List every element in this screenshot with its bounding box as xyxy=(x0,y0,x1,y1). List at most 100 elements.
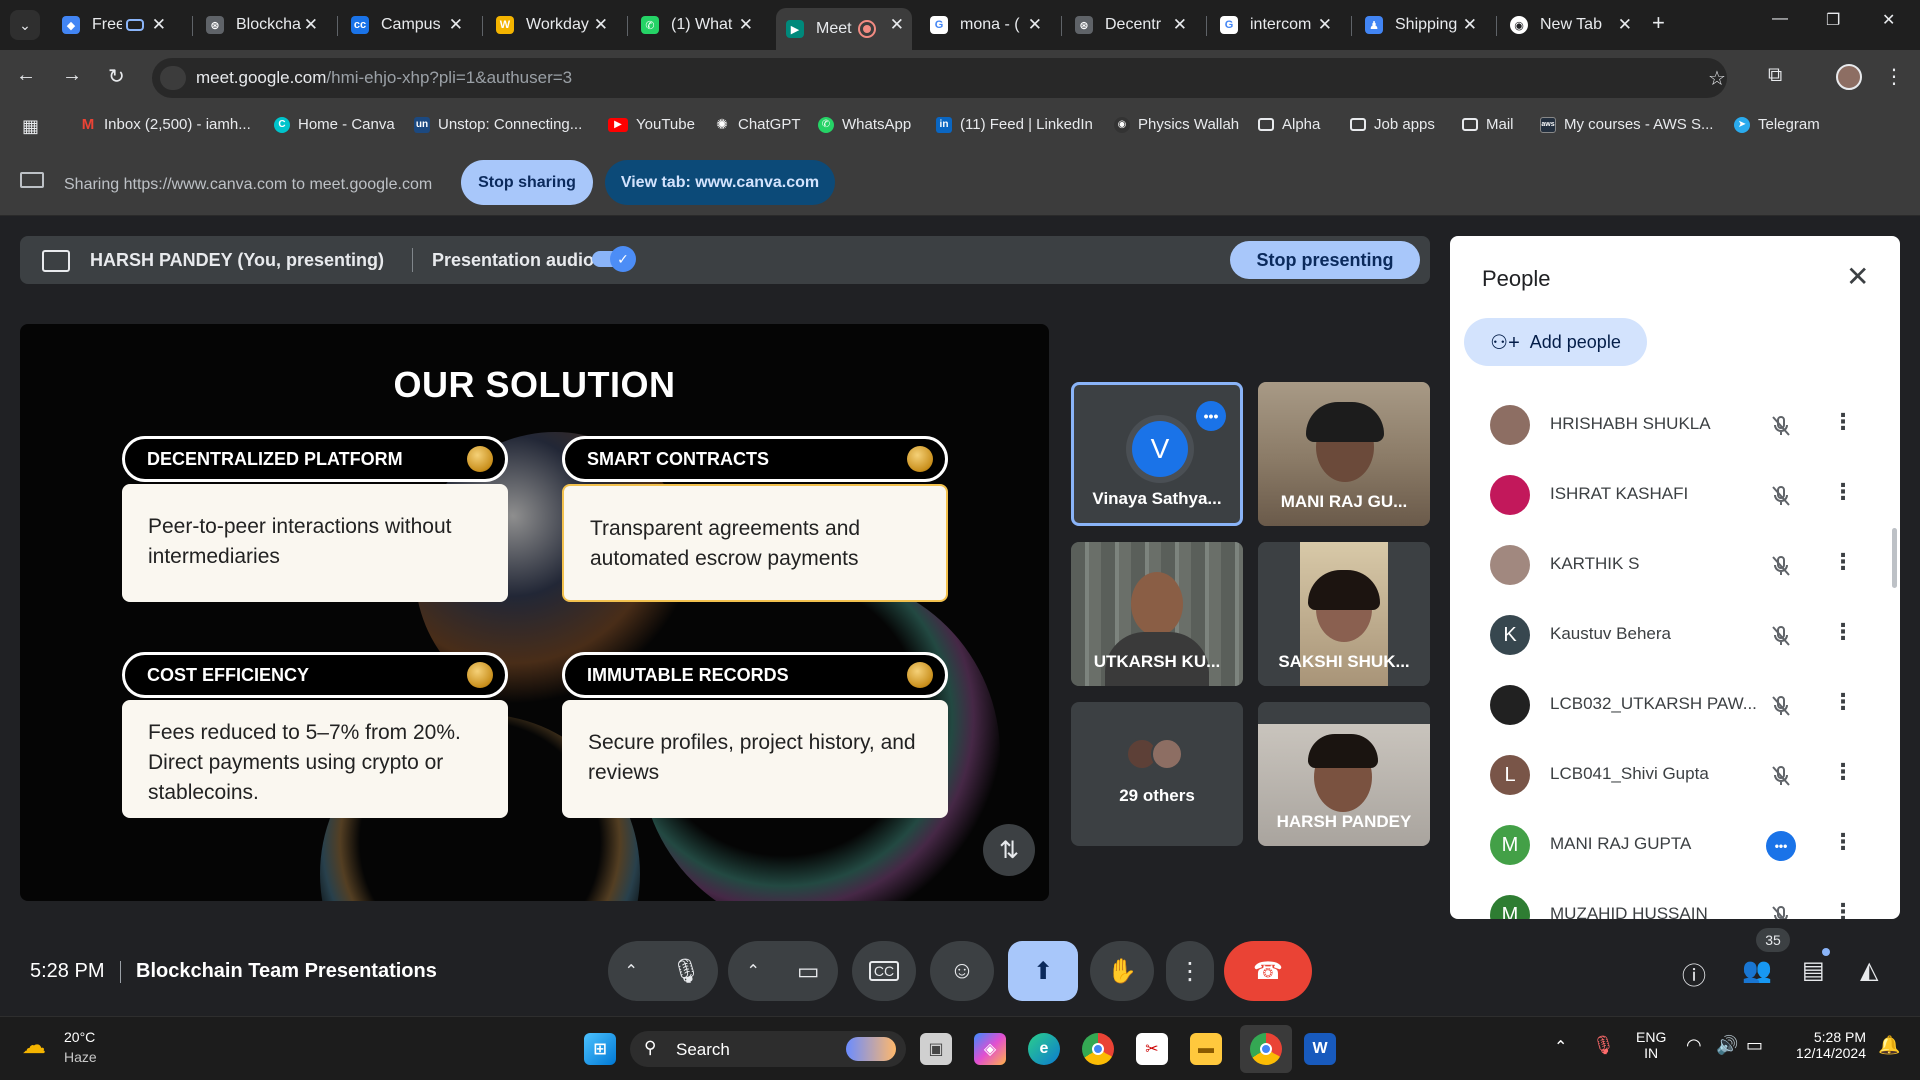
close-tab-icon[interactable]: ✕ xyxy=(1318,15,1332,35)
more-vertical-icon[interactable]: ⋮ xyxy=(1832,759,1854,785)
mic-muted-icon[interactable] xyxy=(1764,479,1798,513)
close-tab-icon[interactable]: ✕ xyxy=(152,15,166,35)
browser-tab[interactable]: ◉ New Tab ✕ xyxy=(1500,8,1640,42)
task-view-icon[interactable]: ▣ xyxy=(920,1033,952,1065)
close-tab-icon[interactable]: ✕ xyxy=(304,15,318,35)
stop-sharing-button[interactable]: Stop sharing xyxy=(461,160,593,205)
camera-icon[interactable]: ▭ xyxy=(797,957,820,986)
bookmark-chatgpt[interactable]: ✺ ChatGPT xyxy=(714,116,800,133)
bookmark-whatsapp[interactable]: ✆ WhatsApp xyxy=(818,116,911,133)
wifi-icon[interactable]: ◠ xyxy=(1686,1035,1702,1056)
browser-tab[interactable]: Gintercom ✕ xyxy=(1210,8,1340,42)
participant-tile[interactable]: SAKSHI SHUK... xyxy=(1258,542,1430,686)
swap-layout-icon[interactable]: ⇅ xyxy=(983,824,1035,876)
others-tile[interactable]: 29 others xyxy=(1071,702,1243,846)
mic-control[interactable]: ⌃ 🎙 xyxy=(608,941,718,1001)
bookmark-folder-mail[interactable]: Mail xyxy=(1462,116,1514,133)
close-tab-icon[interactable]: ✕ xyxy=(890,15,904,35)
people-icon[interactable]: 👥 xyxy=(1742,956,1772,985)
stop-presenting-button[interactable]: Stop presenting xyxy=(1230,241,1420,279)
close-tab-icon[interactable]: ✕ xyxy=(1463,15,1477,35)
chat-icon[interactable]: ▤ xyxy=(1802,956,1825,985)
snipping-tool-icon[interactable]: ✂ xyxy=(1136,1033,1168,1065)
system-clock[interactable]: 5:28 PM 12/14/2024 xyxy=(1782,1029,1866,1061)
new-tab-icon[interactable]: + xyxy=(1652,10,1665,36)
activities-icon[interactable]: ◭ xyxy=(1860,956,1878,985)
participant-tile[interactable]: UTKARSH KU... xyxy=(1071,542,1243,686)
close-icon[interactable]: ✕ xyxy=(1846,260,1869,293)
browser-tab[interactable]: W Workday ✕ xyxy=(486,8,616,42)
bookmark-unstop[interactable]: un Unstop: Connecting... xyxy=(414,116,582,133)
chrome-menu-icon[interactable]: ⋮ xyxy=(1884,64,1904,89)
mic-muted-icon[interactable] xyxy=(1764,759,1798,793)
present-button[interactable]: ⬆ xyxy=(1008,941,1078,1001)
taskbar-search[interactable]: ⚲ Search xyxy=(630,1031,906,1067)
weather-icon[interactable]: ☁ xyxy=(22,1031,46,1060)
extensions-icon[interactable]: ⧉ xyxy=(1768,64,1782,87)
view-tab-button[interactable]: View tab: www.canva.com xyxy=(605,160,835,205)
mic-muted-icon[interactable] xyxy=(1764,409,1798,443)
raise-hand-button[interactable]: ✋ xyxy=(1090,941,1154,1001)
more-vertical-icon[interactable]: ⋮ xyxy=(1832,689,1854,715)
reactions-button[interactable]: ☺ xyxy=(930,941,994,1001)
more-vertical-icon[interactable]: ⋮ xyxy=(1832,899,1854,919)
leave-call-button[interactable]: ☎ xyxy=(1224,941,1312,1001)
bookmark-canva[interactable]: C Home - Canva xyxy=(274,116,395,133)
chrome-icon[interactable] xyxy=(1082,1033,1114,1065)
participant-row[interactable]: HRISHABH SHUKLA ⋮ xyxy=(1450,389,1900,459)
participant-row[interactable]: K Kaustuv Behera ⋮ xyxy=(1450,599,1900,669)
bookmark-physics-wallah[interactable]: ◉ Physics Wallah xyxy=(1114,116,1239,133)
browser-tab-active[interactable]: ▶ Meet ✕ xyxy=(776,8,912,50)
close-tab-icon[interactable]: ✕ xyxy=(1173,15,1187,35)
chevron-up-icon[interactable]: ⌃ xyxy=(1554,1037,1567,1057)
participant-row[interactable]: LCB032_UTKARSH PAW... ⋮ xyxy=(1450,669,1900,739)
meeting-info-icon[interactable]: ⓘ xyxy=(1682,956,1706,991)
browser-tab[interactable]: Gmona - (✕ xyxy=(920,8,1050,42)
word-icon[interactable]: W xyxy=(1304,1033,1336,1065)
captions-button[interactable]: CC xyxy=(852,941,916,1001)
mic-muted-icon[interactable] xyxy=(1764,899,1798,919)
more-options-icon[interactable]: ••• xyxy=(1196,401,1226,431)
browser-tab[interactable]: ✆ (1) What ✕ xyxy=(631,8,761,42)
mic-muted-icon[interactable] xyxy=(1764,549,1798,583)
close-tab-icon[interactable]: ✕ xyxy=(449,15,463,35)
participant-row[interactable]: L LCB041_Shivi Gupta ⋮ xyxy=(1450,739,1900,809)
browser-tab[interactable]: ♟ Shipping ✕ xyxy=(1355,8,1485,42)
camera-control[interactable]: ⌃ ▭ xyxy=(728,941,838,1001)
address-bar[interactable]: meet.google.com/hmi-ehjo-xhp?pli=1&authu… xyxy=(152,58,1727,98)
edge-icon[interactable]: e xyxy=(1028,1033,1060,1065)
microphone-in-use-icon[interactable]: 🎙 xyxy=(1592,1035,1615,1056)
close-tab-icon[interactable]: ✕ xyxy=(1618,15,1632,35)
more-vertical-icon[interactable]: ⋮ xyxy=(1832,409,1854,435)
restore-icon[interactable]: ❐ xyxy=(1826,10,1840,30)
more-options-icon[interactable]: ••• xyxy=(1764,829,1798,863)
language-indicator[interactable]: ENG IN xyxy=(1636,1029,1666,1061)
browser-tab[interactable]: ⊛ Decentr ✕ xyxy=(1065,8,1195,42)
close-tab-icon[interactable]: ✕ xyxy=(594,15,608,35)
participant-row[interactable]: M MANI RAJ GUPTA ••• ⋮ xyxy=(1450,809,1900,879)
participant-tile[interactable]: V ••• Vinaya Sathya... xyxy=(1071,382,1243,526)
battery-icon[interactable]: ▭ xyxy=(1746,1035,1763,1056)
bookmark-folder-alpha[interactable]: Alpha xyxy=(1258,116,1320,133)
reload-icon[interactable]: ↻ xyxy=(108,64,125,89)
bookmark-youtube[interactable]: ▶ YouTube xyxy=(608,116,695,133)
scrollbar-thumb[interactable] xyxy=(1892,528,1897,588)
file-explorer-icon[interactable]: ▬ xyxy=(1190,1033,1222,1065)
bookmark-linkedin[interactable]: in (11) Feed | LinkedIn xyxy=(936,116,1093,133)
volume-icon[interactable]: 🔊 xyxy=(1716,1035,1738,1056)
forward-icon[interactable]: → xyxy=(62,64,82,87)
windows-start-icon[interactable]: ⊞ xyxy=(584,1033,616,1065)
close-window-icon[interactable]: ✕ xyxy=(1882,10,1895,30)
profile-avatar[interactable] xyxy=(1836,64,1862,90)
add-people-button[interactable]: ⚇+ Add people xyxy=(1464,318,1647,366)
bookmark-folder-job-apps[interactable]: Job apps xyxy=(1350,116,1435,133)
microphone-icon[interactable]: 🎙 xyxy=(671,957,701,986)
participant-row[interactable]: KARTHIK S ⋮ xyxy=(1450,529,1900,599)
browser-tab[interactable]: ◆ Freel ✕ xyxy=(52,8,174,42)
mic-muted-icon[interactable] xyxy=(1764,689,1798,723)
tab-search-button[interactable]: ⌄ xyxy=(10,10,40,40)
more-vertical-icon[interactable]: ⋮ xyxy=(1832,549,1854,575)
site-info-icon[interactable] xyxy=(160,66,186,90)
browser-tab[interactable]: cc Campus ✕ xyxy=(341,8,471,42)
mic-muted-icon[interactable] xyxy=(1764,619,1798,653)
